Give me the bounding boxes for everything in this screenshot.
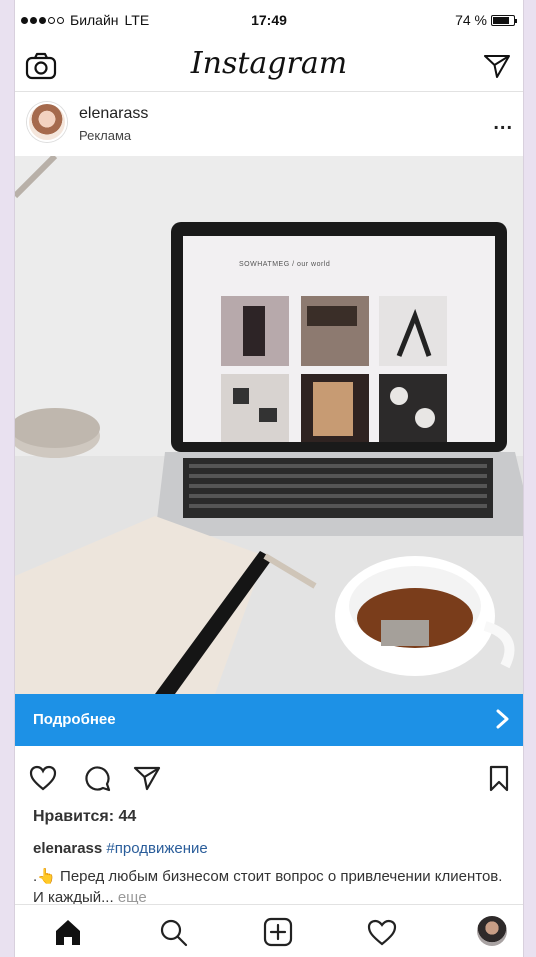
activity-icon[interactable]	[367, 917, 397, 947]
post-actions	[15, 756, 523, 800]
caption-emoji: .👆	[33, 868, 56, 885]
status-time: 17:49	[251, 12, 287, 28]
phone-screen: Билайн LTE 17:49 74 % Instagram elenaras…	[14, 0, 524, 957]
caption-body: Перед любым бизнесом стоит вопрос о прив…	[33, 868, 503, 906]
battery-info: 74 %	[455, 12, 517, 28]
caption-username[interactable]: elenarass	[33, 840, 102, 857]
status-bar: Билайн LTE 17:49 74 %	[15, 0, 523, 40]
comment-icon[interactable]	[83, 764, 111, 792]
laptop-screen-text: SOWHATMEG / our world	[239, 261, 331, 268]
bottom-tab-bar	[15, 904, 523, 957]
top-navigation: Instagram	[15, 40, 523, 92]
caption-hashtag[interactable]: #продвижение	[106, 840, 207, 857]
post-image[interactable]: SOWHATMEG / our world	[15, 156, 523, 694]
sponsored-label: Реклама	[79, 128, 132, 143]
direct-message-icon[interactable]	[483, 52, 511, 80]
app-logo: Instagram	[190, 46, 348, 81]
chevron-right-icon	[496, 709, 509, 729]
save-icon[interactable]	[485, 764, 513, 792]
profile-avatar[interactable]	[477, 916, 507, 946]
home-icon[interactable]	[53, 917, 83, 947]
learn-more-button[interactable]: Подробнее	[15, 694, 523, 746]
more-options-icon[interactable]: ...	[493, 112, 513, 135]
learn-more-label: Подробнее	[33, 711, 116, 728]
battery-percent: 74 %	[455, 12, 487, 28]
post-header: elenarass Реклама ...	[15, 92, 523, 156]
likes-count[interactable]: Нравится: 44	[33, 808, 136, 826]
search-icon[interactable]	[158, 917, 188, 947]
caption-header: elenarass #продвижение	[33, 840, 208, 857]
caption-text: .👆 Перед любым бизнесом стоит вопрос о п…	[33, 866, 513, 908]
laptop-coffee-photo	[15, 156, 523, 694]
new-post-icon[interactable]	[263, 917, 293, 947]
user-avatar[interactable]	[27, 102, 67, 142]
like-icon[interactable]	[29, 764, 57, 792]
post-username[interactable]: elenarass	[79, 105, 148, 123]
battery-icon	[491, 14, 517, 26]
share-icon[interactable]	[133, 764, 161, 792]
